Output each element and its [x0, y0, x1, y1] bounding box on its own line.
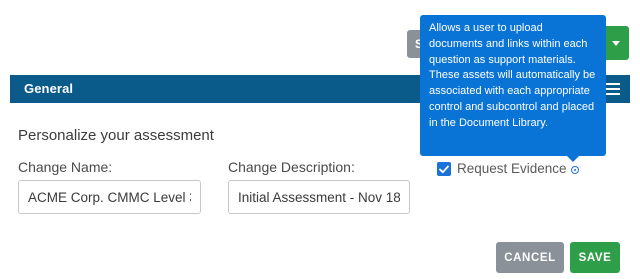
request-evidence-tooltip: Allows a user to upload documents and li… [420, 15, 606, 156]
chevron-down-icon [612, 40, 620, 46]
top-dropdown-toggle-button[interactable] [603, 26, 629, 60]
change-description-label: Change Description: [228, 159, 355, 175]
save-button[interactable]: SAVE [570, 242, 620, 273]
section-header-title: General [24, 81, 74, 96]
page-subtitle: Personalize your assessment [18, 127, 214, 144]
info-icon[interactable] [571, 166, 579, 174]
change-name-input[interactable] [18, 180, 201, 214]
tooltip-arrow [567, 156, 579, 162]
change-name-label: Change Name: [18, 159, 113, 175]
request-evidence-checkbox[interactable] [437, 162, 451, 176]
request-evidence-label: Request Evidence [457, 161, 567, 176]
checkbox-check-icon [439, 165, 449, 173]
change-description-input[interactable] [228, 180, 410, 214]
cancel-button[interactable]: CANCEL [496, 242, 564, 273]
menu-icon[interactable] [606, 83, 620, 95]
